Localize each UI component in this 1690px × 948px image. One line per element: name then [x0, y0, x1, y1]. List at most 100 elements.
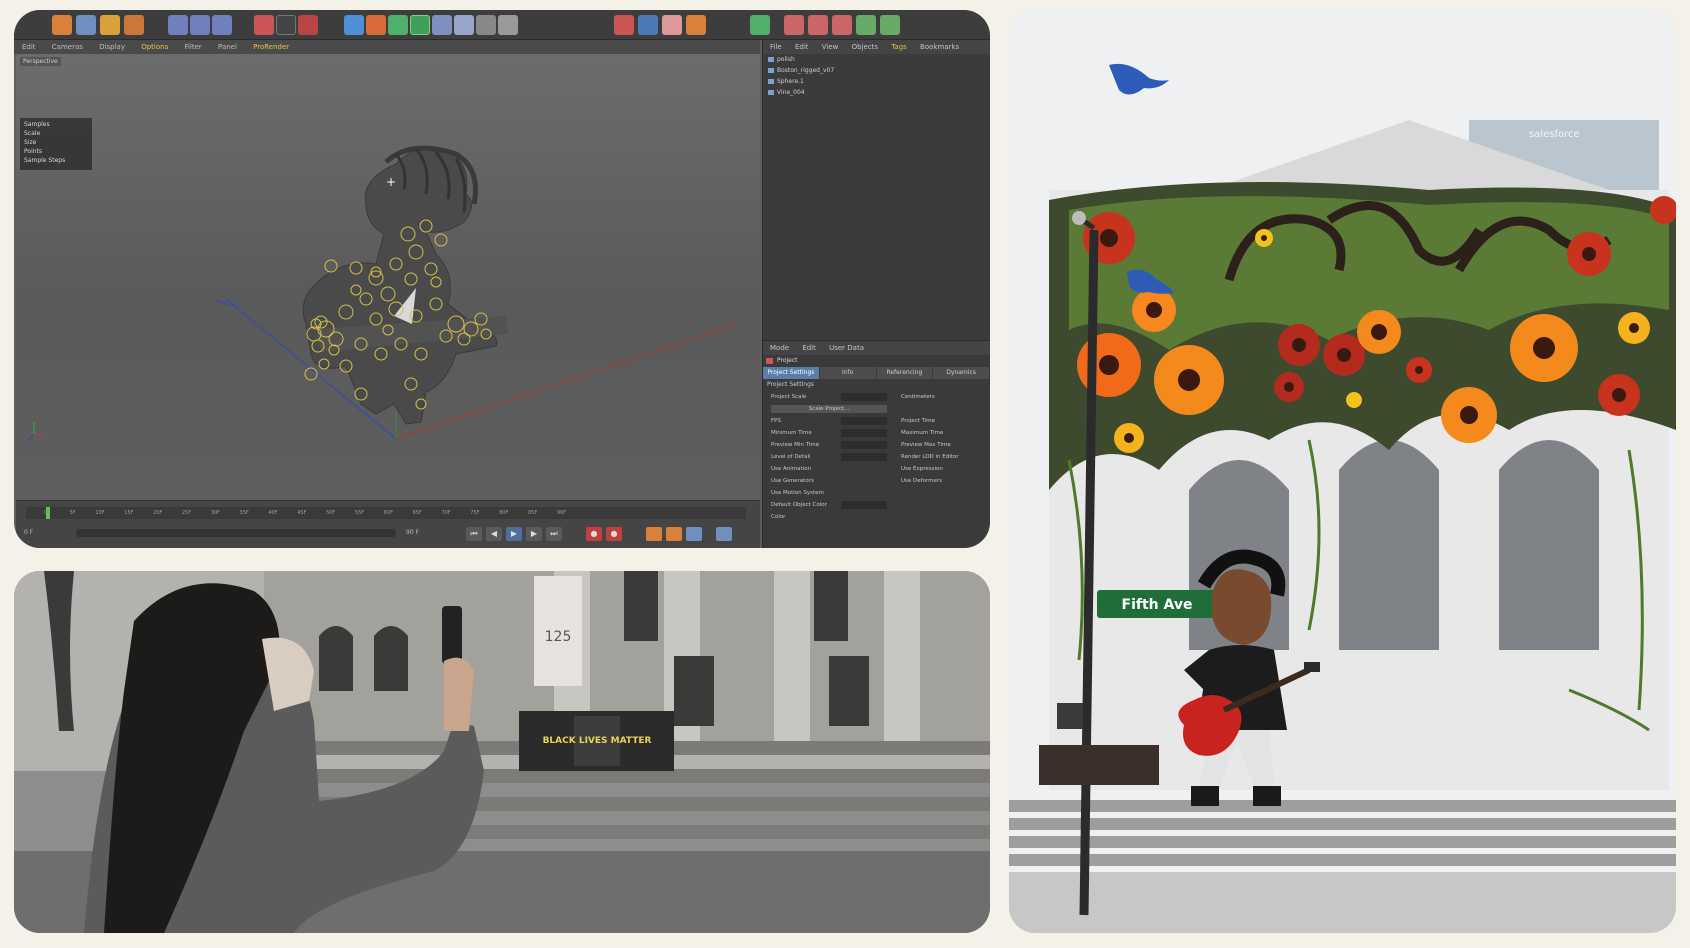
- attr-field[interactable]: [841, 429, 887, 437]
- key-position-button[interactable]: [646, 527, 662, 541]
- object-row[interactable]: polish: [763, 54, 990, 65]
- end-frame[interactable]: 90 F: [406, 529, 419, 536]
- tag-icon-1[interactable]: [784, 15, 804, 35]
- attr-label: Preview Min Time: [771, 442, 820, 448]
- attr-label: Color: [771, 514, 786, 520]
- record-button[interactable]: ●: [586, 527, 602, 541]
- section-heading: Project Settings: [767, 381, 815, 388]
- scale-project-button[interactable]: Scale Project...: [771, 405, 887, 413]
- snap-icon[interactable]: [686, 15, 706, 35]
- axis-x-icon[interactable]: [168, 15, 188, 35]
- building-sign-text: salesforce: [1529, 129, 1580, 140]
- attr-row[interactable]: Color: [763, 511, 990, 523]
- om-menu-objects[interactable]: Objects: [852, 43, 878, 51]
- sculpt-icon[interactable]: [614, 15, 634, 35]
- menu-prorender[interactable]: ProRender: [253, 43, 289, 51]
- om-menu-view[interactable]: View: [822, 43, 839, 51]
- object-row[interactable]: Sphere.1: [763, 76, 990, 87]
- attr-field[interactable]: [841, 393, 887, 401]
- start-frame[interactable]: 0 F: [24, 529, 33, 536]
- key-rotation-button[interactable]: [686, 527, 702, 541]
- step-back-button[interactable]: ◀: [486, 527, 502, 541]
- timeline[interactable]: 0F 5F 10F 15F 20F 25F 30F 35F 40F 45F 50…: [16, 500, 760, 548]
- cinema4d-panel: Edit Cameras Display Options Filter Pane…: [14, 10, 990, 548]
- attr-row[interactable]: Use Animation Use Expression: [763, 463, 990, 475]
- menu-filter[interactable]: Filter: [184, 43, 201, 51]
- tick-label: 5F: [69, 510, 76, 516]
- tick-label: 90F: [556, 510, 567, 516]
- scene-icon[interactable]: [432, 15, 452, 35]
- render-icon[interactable]: [276, 15, 296, 35]
- attr-row[interactable]: Use Motion System: [763, 487, 990, 499]
- 3d-viewport[interactable]: Perspective Samples Scale Size Points Sa…: [16, 54, 760, 500]
- attr-label: FPS: [771, 418, 781, 424]
- tab-project-settings[interactable]: Project Settings: [763, 367, 820, 379]
- axis-z-icon[interactable]: [212, 15, 232, 35]
- attr-row[interactable]: Scale Project...: [763, 403, 990, 415]
- scale-tool-icon[interactable]: [76, 15, 96, 35]
- range-slider[interactable]: [76, 529, 396, 537]
- om-menu-file[interactable]: File: [770, 43, 782, 51]
- step-forward-button[interactable]: ▶: [526, 527, 542, 541]
- tag-icon-3[interactable]: [832, 15, 852, 35]
- attr-field[interactable]: [841, 417, 887, 425]
- ar-library-scene: salesforce Fifth Ave: [1009, 10, 1676, 933]
- uv-icon[interactable]: [662, 15, 682, 35]
- attr-row[interactable]: Level of Detail Render LOD in Editor: [763, 451, 990, 463]
- attr-field[interactable]: [841, 453, 887, 461]
- tab-dynamics[interactable]: Dynamics: [933, 367, 990, 379]
- menu-display[interactable]: Display: [99, 43, 125, 51]
- am-menu-edit[interactable]: Edit: [802, 344, 816, 352]
- menu-options[interactable]: Options: [141, 43, 168, 51]
- attr-field[interactable]: [841, 441, 887, 449]
- rigged-character-model[interactable]: +: [16, 54, 760, 500]
- render-settings-icon[interactable]: [298, 15, 318, 35]
- deformer-icon[interactable]: [410, 15, 430, 35]
- render-view-icon[interactable]: [254, 15, 274, 35]
- generator-icon[interactable]: [388, 15, 408, 35]
- tag-icon-2[interactable]: [808, 15, 828, 35]
- play-button[interactable]: ▶: [506, 527, 522, 541]
- tab-referencing[interactable]: Referencing: [877, 367, 934, 379]
- axis-y-icon[interactable]: [190, 15, 210, 35]
- camera-icon[interactable]: [454, 15, 474, 35]
- tick-label: 55F: [354, 510, 365, 516]
- om-menu-edit[interactable]: Edit: [795, 43, 809, 51]
- menu-edit[interactable]: Edit: [22, 43, 36, 51]
- key-scale-button[interactable]: [666, 527, 682, 541]
- om-menu-tags[interactable]: Tags: [891, 43, 907, 51]
- am-menu-userdata[interactable]: User Data: [829, 344, 864, 352]
- tab-info[interactable]: Info: [820, 367, 877, 379]
- move-tool-icon[interactable]: [52, 15, 72, 35]
- floor-icon[interactable]: [498, 15, 518, 35]
- attr-row[interactable]: Minimum Time Maximum Time: [763, 427, 990, 439]
- playhead[interactable]: [46, 507, 50, 519]
- attr-row[interactable]: Use Generators Use Deformers: [763, 475, 990, 487]
- rotate-tool-icon[interactable]: [100, 15, 120, 35]
- go-start-button[interactable]: ⏮: [466, 527, 482, 541]
- om-menu-bookmarks[interactable]: Bookmarks: [920, 43, 959, 51]
- cube-icon[interactable]: [344, 15, 364, 35]
- attr-row[interactable]: FPS Project Time: [763, 415, 990, 427]
- object-row[interactable]: Vine_004: [763, 87, 990, 98]
- bodypaint-icon[interactable]: [638, 15, 658, 35]
- attr-row[interactable]: Preview Min Time Preview Max Time: [763, 439, 990, 451]
- am-menu-mode[interactable]: Mode: [770, 344, 789, 352]
- tag-icon-5[interactable]: [880, 15, 900, 35]
- menu-cameras[interactable]: Cameras: [52, 43, 83, 51]
- go-end-button[interactable]: ⏭: [546, 527, 562, 541]
- menu-panel[interactable]: Panel: [218, 43, 237, 51]
- timeline-ruler[interactable]: 0F 5F 10F 15F 20F 25F 30F 35F 40F 45F 50…: [26, 507, 746, 519]
- timeline-settings-button[interactable]: [716, 527, 732, 541]
- attr-row[interactable]: Default Object Color: [763, 499, 990, 511]
- spline-icon[interactable]: [366, 15, 386, 35]
- tag-icon-4[interactable]: [856, 15, 876, 35]
- attr-row[interactable]: Project Scale Centimeters: [763, 391, 990, 403]
- attr-dropdown[interactable]: [841, 501, 887, 509]
- layout-icon[interactable]: [750, 15, 770, 35]
- autokey-button[interactable]: ●: [606, 527, 622, 541]
- light-icon[interactable]: [476, 15, 496, 35]
- project-icon: [766, 358, 773, 364]
- select-tool-icon[interactable]: [124, 15, 144, 35]
- object-row[interactable]: Boston_rigged_v07: [763, 65, 990, 76]
